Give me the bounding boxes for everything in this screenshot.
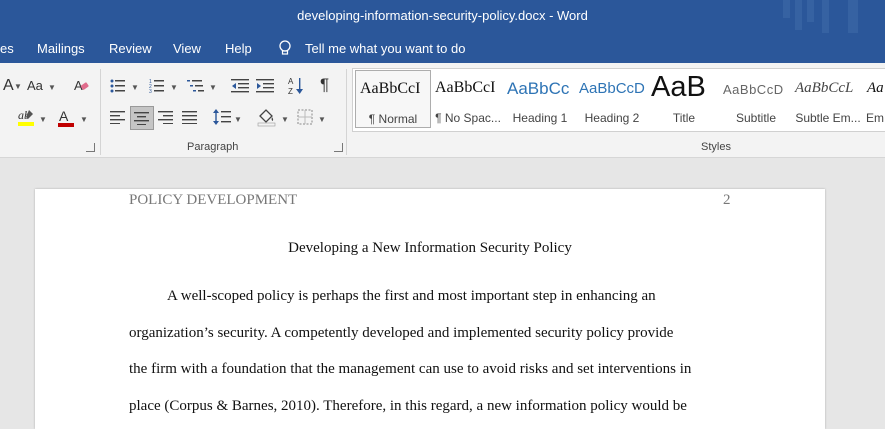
title-decoration <box>822 0 829 33</box>
chevron-down-icon: ▼ <box>318 115 326 124</box>
shrink-font-icon[interactable]: A <box>3 78 14 94</box>
font-color-icon[interactable]: A <box>57 108 75 128</box>
lightbulb-icon[interactable] <box>277 39 293 57</box>
body-line: place (Corpus & Barnes, 2010). Therefore… <box>129 398 687 414</box>
style-name: Subtitle <box>735 111 777 125</box>
chevron-down-icon: ▼ <box>170 83 178 92</box>
style-name: ¶ Normal <box>368 112 418 126</box>
tab-mailings[interactable]: Mailings <box>37 41 85 56</box>
style-emphasis[interactable]: Aa Em <box>863 69 885 129</box>
decrease-indent-icon[interactable] <box>231 78 249 94</box>
style-no-spacing[interactable]: AaBbCcI ¶ No Spac... <box>431 69 505 129</box>
align-right-icon[interactable] <box>158 110 174 124</box>
title-bar: developing-information-security-policy.d… <box>0 0 885 33</box>
style-sample: AaBbCcD <box>579 80 645 97</box>
clear-formatting-icon[interactable]: A <box>73 77 89 93</box>
window-title: developing-information-security-policy.d… <box>297 8 588 23</box>
style-name: Title <box>672 111 696 125</box>
running-header: POLICY DEVELOPMENT <box>129 192 298 208</box>
style-name: ¶ No Spac... <box>435 111 501 125</box>
style-heading-2[interactable]: AaBbCcD Heading 2 <box>575 69 649 129</box>
style-name: Heading 1 <box>512 111 568 125</box>
title-decoration <box>807 0 814 22</box>
body-line: organization’s security. A competently d… <box>129 325 674 341</box>
multilevel-list-icon[interactable] <box>187 78 205 94</box>
style-heading-1[interactable]: AaBbCc Heading 1 <box>503 69 577 129</box>
style-sample: AaB <box>651 71 706 103</box>
style-sample: Aa <box>867 80 884 96</box>
tab-references[interactable]: es <box>0 41 14 56</box>
style-subtitle[interactable]: AaBbCcD Subtitle <box>719 69 793 129</box>
style-sample: AaBbCcI <box>360 80 421 97</box>
increase-indent-icon[interactable] <box>256 78 274 94</box>
pilcrow-icon[interactable]: ¶ <box>320 76 329 93</box>
bullets-icon[interactable] <box>110 78 126 94</box>
styles-group-label: Styles <box>701 141 731 153</box>
svg-text:Z: Z <box>288 87 293 96</box>
shading-icon[interactable] <box>257 107 277 127</box>
title-decoration <box>783 0 790 18</box>
style-sample: AaBbCcD <box>723 82 784 97</box>
numbering-icon[interactable]: 1 2 3 <box>149 78 165 94</box>
chevron-down-icon: ▼ <box>209 83 217 92</box>
style-name: Heading 2 <box>584 111 640 125</box>
chevron-down-icon: ▼ <box>80 115 88 124</box>
tab-help[interactable]: Help <box>225 41 252 56</box>
justify-icon[interactable] <box>182 110 198 124</box>
tab-review[interactable]: Review <box>109 41 152 56</box>
change-case-button[interactable]: Aa <box>27 78 43 94</box>
chevron-down-icon: ▼ <box>281 115 289 124</box>
ribbon: A ▼ Aa ▼ A ab ▼ A ▼ ▼ 1 2 3 ▼ ▼ A Z ¶ ▼ … <box>0 63 885 158</box>
chevron-down-icon: ▼ <box>39 115 47 124</box>
tell-me-search[interactable]: Tell me what you want to do <box>305 41 465 56</box>
align-center-button[interactable] <box>130 106 154 130</box>
font-dialog-launcher[interactable] <box>86 143 95 152</box>
line-spacing-icon[interactable] <box>213 108 231 126</box>
paragraph-dialog-launcher[interactable] <box>334 143 343 152</box>
style-subtle-emphasis[interactable]: AaBbCcL Subtle Em... <box>791 69 865 129</box>
style-title[interactable]: AaB Title <box>647 69 721 129</box>
style-name: Subtle Em... <box>795 111 861 125</box>
style-sample: AaBbCcI <box>435 79 496 96</box>
align-center-icon <box>134 112 149 125</box>
align-left-icon[interactable] <box>110 110 126 124</box>
group-separator <box>346 69 347 155</box>
document-page[interactable]: POLICY DEVELOPMENT 2 Developing a New In… <box>35 189 825 429</box>
body-line: A well-scoped policy is perhaps the firs… <box>167 288 656 304</box>
borders-icon[interactable] <box>297 109 313 125</box>
svg-text:A: A <box>288 77 294 86</box>
document-title: Developing a New Information Security Po… <box>288 240 572 256</box>
sort-icon[interactable]: A Z <box>288 76 304 96</box>
group-separator <box>100 69 101 155</box>
chevron-down-icon: ▼ <box>14 82 22 91</box>
page-number: 2 <box>723 192 731 208</box>
tab-view[interactable]: View <box>173 41 201 56</box>
title-decoration <box>848 0 858 33</box>
svg-text:A: A <box>59 108 69 124</box>
chevron-down-icon: ▼ <box>131 83 139 92</box>
style-normal[interactable]: AaBbCcI ¶ Normal <box>355 70 431 128</box>
style-name: Em <box>866 111 884 125</box>
paragraph-group-label: Paragraph <box>187 141 239 153</box>
chevron-down-icon: ▼ <box>234 115 242 124</box>
styles-gallery: AaBbCcI ¶ Normal AaBbCcI ¶ No Spac... Aa… <box>352 68 885 132</box>
style-sample: AaBbCc <box>507 79 570 98</box>
body-line: the firm with a foundation that the mana… <box>129 361 692 377</box>
style-sample: AaBbCcL <box>795 80 854 96</box>
ribbon-tabs: es Mailings Review View Help Tell me wha… <box>0 33 885 63</box>
title-decoration <box>795 0 802 30</box>
highlight-color-icon[interactable]: ab <box>17 107 37 127</box>
svg-text:3: 3 <box>149 89 152 94</box>
chevron-down-icon: ▼ <box>48 83 56 92</box>
